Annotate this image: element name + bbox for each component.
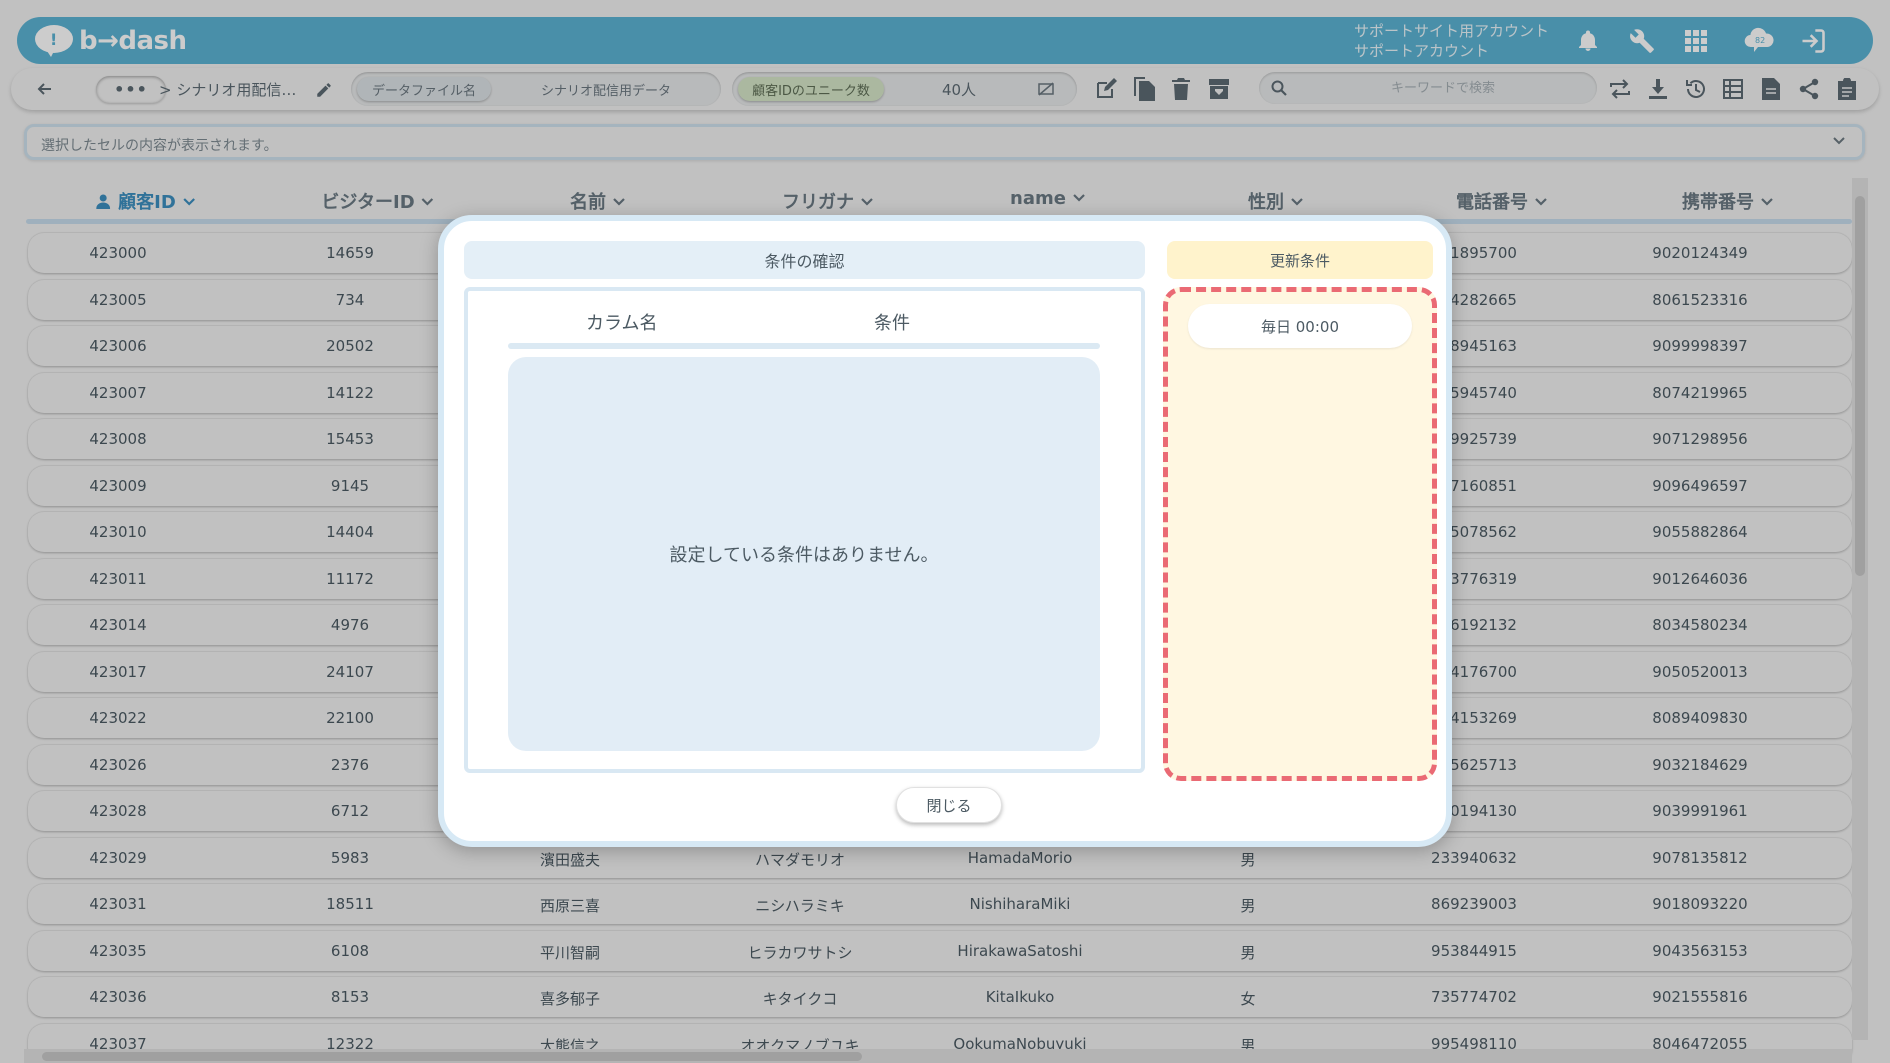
column-name-header: カラム名 xyxy=(586,313,658,334)
condition-header: 条件 xyxy=(874,313,910,334)
empty-conditions-message: 設定している条件はありません。 xyxy=(508,357,1100,751)
condition-header-divider xyxy=(508,343,1100,349)
condition-list-panel: カラム名 条件 設定している条件はありません。 xyxy=(464,287,1145,773)
update-condition-panel: 毎日 00:00 xyxy=(1163,287,1437,781)
close-button[interactable]: 閉じる xyxy=(896,787,1002,823)
update-condition-title: 更新条件 xyxy=(1167,241,1433,279)
condition-modal: 条件の確認 更新条件 カラム名 条件 設定している条件はありません。 毎日 00… xyxy=(438,215,1452,847)
condition-check-title: 条件の確認 xyxy=(464,241,1145,279)
schedule-badge: 毎日 00:00 xyxy=(1188,304,1412,348)
